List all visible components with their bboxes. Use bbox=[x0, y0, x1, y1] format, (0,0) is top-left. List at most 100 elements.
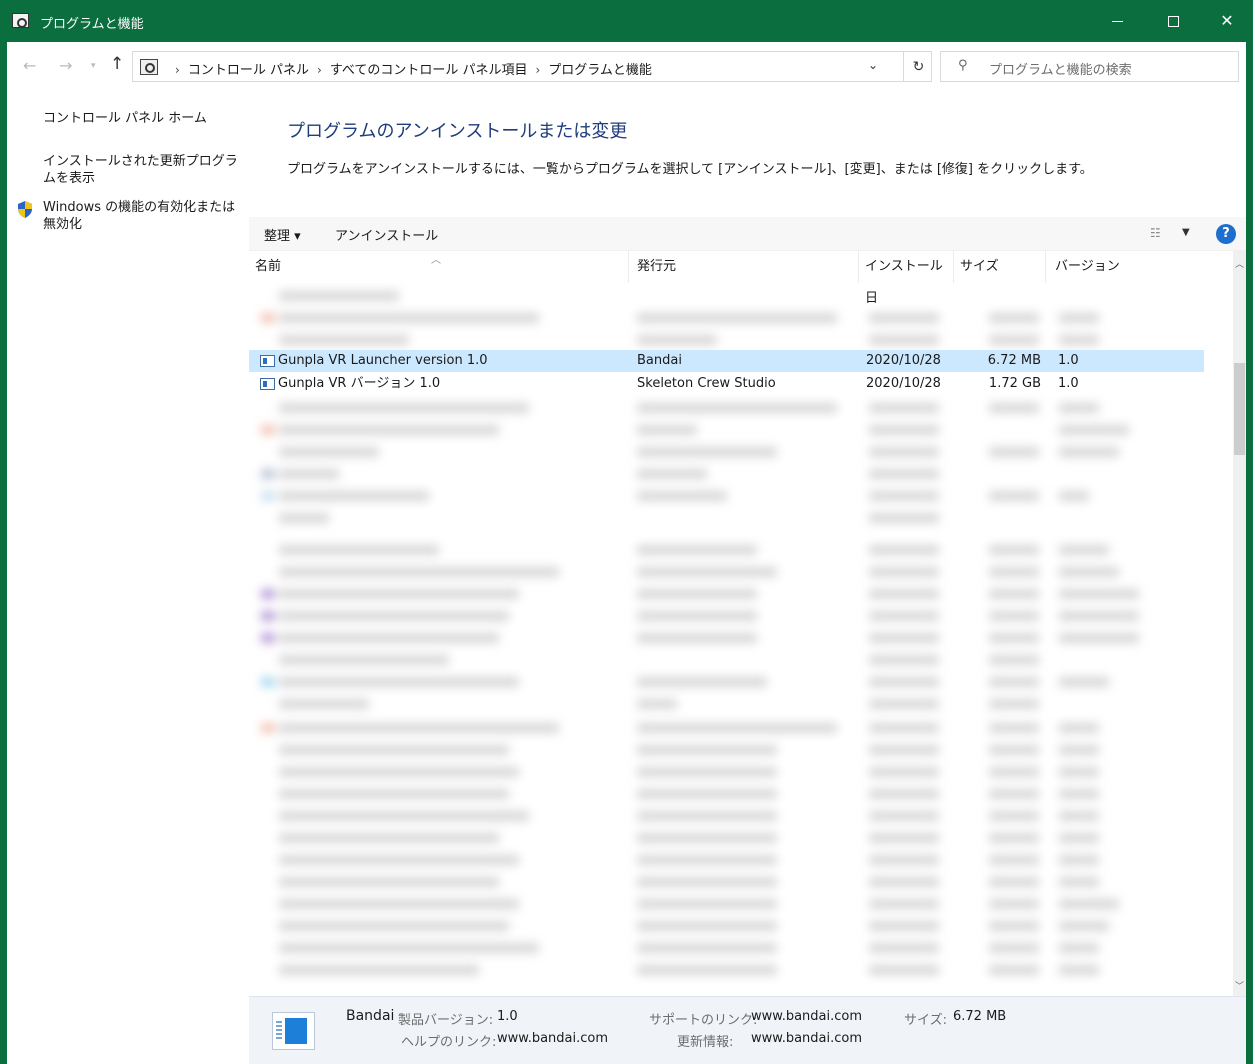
details-support-link-label: サポートのリンク: bbox=[649, 1013, 758, 1028]
program-list: Gunpla VR Launcher version 1.0 Bandai 20… bbox=[249, 283, 1204, 996]
breadcrumb-chevron-icon[interactable]: › bbox=[535, 63, 540, 77]
sidebar-link-windows-features[interactable]: Windows の機能の有効化または無効化 bbox=[43, 199, 243, 233]
breadcrumb-item[interactable]: プログラムと機能 bbox=[548, 63, 652, 78]
blurred-row bbox=[249, 761, 1204, 783]
blurred-row bbox=[249, 893, 1204, 915]
sort-ascending-icon: ︿ bbox=[431, 255, 441, 266]
scroll-down-icon[interactable]: ﹀ bbox=[1235, 979, 1244, 992]
scroll-up-icon[interactable]: ︿ bbox=[1235, 257, 1244, 270]
column-header-size[interactable]: サイズ bbox=[954, 251, 1046, 283]
search-input[interactable]: ⚲ プログラムと機能の検索 bbox=[940, 51, 1239, 82]
program-size: 6.72 MB bbox=[987, 353, 1041, 368]
blurred-row bbox=[249, 671, 1204, 693]
view-dropdown-icon[interactable]: ▼ bbox=[1182, 227, 1190, 238]
program-size: 1.72 GB bbox=[988, 376, 1041, 391]
blurred-row bbox=[249, 937, 1204, 959]
breadcrumb-item[interactable]: すべてのコントロール パネル項目 bbox=[330, 63, 528, 78]
column-header-publisher[interactable]: 発行元 bbox=[629, 251, 859, 283]
breadcrumb: › コントロール パネル › すべてのコントロール パネル項目 › プログラムと機能 bbox=[167, 59, 652, 78]
column-header-install-date[interactable]: インストール日 bbox=[859, 251, 954, 306]
blurred-row bbox=[249, 307, 1204, 329]
program-install-date: 2020/10/28 bbox=[866, 353, 941, 368]
address-dropdown-icon[interactable]: ⌄ bbox=[868, 58, 878, 72]
blurred-row bbox=[249, 849, 1204, 871]
program-name: Gunpla VR Launcher version 1.0 bbox=[278, 353, 488, 368]
details-support-link[interactable]: www.bandai.com bbox=[751, 1009, 862, 1024]
blurred-row bbox=[249, 627, 1204, 649]
blurred-row bbox=[249, 915, 1204, 937]
details-size: 6.72 MB bbox=[953, 1009, 1007, 1024]
search-icon: ⚲ bbox=[958, 58, 968, 73]
blurred-row bbox=[249, 285, 1204, 307]
blurred-row bbox=[249, 739, 1204, 761]
sidebar-link-installed-updates[interactable]: インストールされた更新プログラムを表示 bbox=[43, 153, 243, 187]
program-large-icon bbox=[272, 1012, 315, 1050]
blurred-row bbox=[249, 463, 1204, 485]
minimize-icon bbox=[1111, 21, 1123, 22]
column-header-version[interactable]: バージョン bbox=[1046, 251, 1204, 283]
navigation-bar: ← → ▾ ↑ › コントロール パネル › すべてのコントロール パネル項目 › プログ… bbox=[7, 42, 1246, 90]
program-icon bbox=[260, 378, 275, 390]
list-item[interactable]: Gunpla VR Launcher version 1.0 Bandai 20… bbox=[249, 350, 1204, 372]
details-size-label: サイズ: bbox=[904, 1013, 947, 1028]
search-placeholder: プログラムと機能の検索 bbox=[989, 63, 1132, 78]
details-publisher: Bandai bbox=[346, 1008, 395, 1024]
help-icon[interactable]: ? bbox=[1216, 224, 1236, 244]
window-title: プログラムと機能 bbox=[40, 17, 144, 32]
program-version: 1.0 bbox=[1058, 353, 1079, 368]
blurred-row bbox=[249, 693, 1204, 715]
recent-locations-chevron-icon[interactable]: ▾ bbox=[91, 61, 96, 71]
title-bar: プログラムと機能 ✕ bbox=[0, 0, 1253, 42]
page-description: プログラムをアンインストールするには、一覧からプログラムを選択して [アンインス… bbox=[287, 162, 1093, 177]
control-panel-icon bbox=[140, 59, 158, 75]
blurred-row bbox=[249, 871, 1204, 893]
breadcrumb-chevron-icon[interactable]: › bbox=[317, 63, 322, 77]
blurred-row bbox=[249, 539, 1204, 561]
up-arrow-icon[interactable]: ↑ bbox=[110, 54, 124, 74]
details-pane: Bandai 製品バージョン: 1.0 ヘルプのリンク: www.bandai.… bbox=[249, 996, 1246, 1064]
blurred-row bbox=[249, 605, 1204, 627]
forward-arrow-icon[interactable]: → bbox=[59, 56, 72, 75]
vertical-scrollbar[interactable]: ︿ ﹀ bbox=[1233, 251, 1246, 996]
breadcrumb-chevron-icon[interactable]: › bbox=[175, 63, 180, 77]
program-version: 1.0 bbox=[1058, 376, 1079, 391]
breadcrumb-item[interactable]: コントロール パネル bbox=[188, 63, 309, 78]
blurred-row bbox=[249, 583, 1204, 605]
view-options-icon[interactable]: ☷ bbox=[1150, 226, 1161, 240]
uac-shield-icon bbox=[18, 201, 32, 218]
blurred-row bbox=[249, 419, 1204, 441]
blurred-row bbox=[249, 397, 1204, 419]
close-button[interactable]: ✕ bbox=[1199, 0, 1253, 42]
blurred-row bbox=[249, 329, 1204, 351]
blurred-row bbox=[249, 485, 1204, 507]
scrollbar-thumb[interactable] bbox=[1234, 363, 1245, 455]
sidebar-link-home[interactable]: コントロール パネル ホーム bbox=[43, 110, 207, 127]
blurred-row bbox=[249, 441, 1204, 463]
program-name: Gunpla VR バージョン 1.0 bbox=[278, 376, 441, 391]
details-product-version-label: 製品バージョン: bbox=[398, 1013, 494, 1028]
details-product-version: 1.0 bbox=[497, 1009, 518, 1024]
uninstall-button[interactable]: アンインストール bbox=[335, 225, 438, 244]
refresh-icon[interactable]: ↻ bbox=[903, 52, 933, 81]
blurred-row bbox=[249, 717, 1204, 739]
list-item[interactable]: Gunpla VR バージョン 1.0 Skeleton Crew Studio… bbox=[249, 373, 1204, 395]
blurred-row bbox=[249, 783, 1204, 805]
program-icon bbox=[260, 355, 275, 367]
column-header-row: 名前 発行元 インストール日 サイズ バージョン bbox=[249, 251, 1204, 306]
program-publisher: Skeleton Crew Studio bbox=[637, 376, 776, 391]
maximize-button[interactable] bbox=[1145, 0, 1201, 42]
details-update-info-label: 更新情報: bbox=[677, 1035, 734, 1050]
minimize-button[interactable] bbox=[1089, 0, 1145, 42]
details-help-link[interactable]: www.bandai.com bbox=[497, 1031, 608, 1046]
details-update-info[interactable]: www.bandai.com bbox=[751, 1031, 862, 1046]
blurred-row bbox=[249, 805, 1204, 827]
organize-menu-button[interactable]: 整理 ▾ bbox=[264, 225, 301, 244]
program-install-date: 2020/10/28 bbox=[866, 376, 941, 391]
page-title: プログラムのアンインストールまたは変更 bbox=[287, 121, 628, 142]
blurred-row bbox=[249, 959, 1204, 981]
blurred-row bbox=[249, 507, 1204, 529]
back-arrow-icon[interactable]: ← bbox=[23, 56, 36, 75]
control-panel-icon bbox=[12, 13, 29, 28]
blurred-row bbox=[249, 649, 1204, 671]
address-bar[interactable]: › コントロール パネル › すべてのコントロール パネル項目 › プログラムと機能 ⌄ … bbox=[132, 51, 932, 82]
